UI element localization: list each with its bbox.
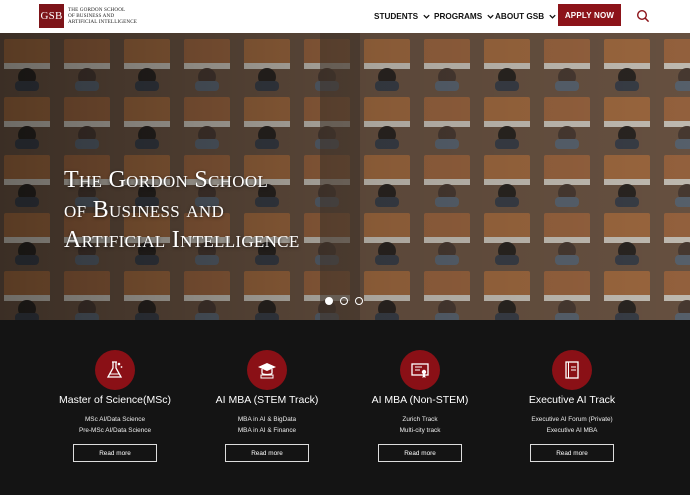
chevron-down-icon xyxy=(423,14,430,19)
search-icon[interactable] xyxy=(636,9,650,23)
program-subitem: Pre-MSc AI/Data Science xyxy=(78,427,152,434)
read-more-button[interactable]: Read more xyxy=(225,444,309,462)
carousel-dot-3[interactable] xyxy=(355,297,363,305)
program-subitem: MSc AI/Data Science xyxy=(84,416,146,423)
certificate-icon xyxy=(400,350,440,390)
program-subitem: Multi-city track xyxy=(399,427,441,434)
hero-title-line: Artificial Intelligence xyxy=(64,227,300,253)
program-subitem: Zurich Track xyxy=(402,416,438,423)
carousel-dots xyxy=(325,297,363,305)
book-icon xyxy=(552,350,592,390)
hero-banner: The Gordon School of Business and Artifi… xyxy=(0,33,690,320)
nav-students[interactable]: STUDENTS xyxy=(374,0,431,33)
carousel-dot-2[interactable] xyxy=(340,297,348,305)
logo-mark: GSB xyxy=(39,4,64,28)
nav-programs[interactable]: PROGRAMS xyxy=(434,0,495,33)
read-more-button[interactable]: Read more xyxy=(530,444,614,462)
site-header: GSB The Gordon School of Business and Ar… xyxy=(0,0,690,33)
logo-line: Artificial Intelligence xyxy=(68,19,138,25)
program-title: Executive AI Track xyxy=(528,394,616,406)
program-title: AI MBA (STEM Track) xyxy=(215,394,319,406)
read-more-button[interactable]: Read more xyxy=(378,444,462,462)
programs-section: Master of Science(MSc) MSc AI/Data Scien… xyxy=(0,320,690,495)
nav-programs-label: PROGRAMS xyxy=(434,12,483,21)
hero-title-line: of Business and xyxy=(64,197,225,223)
program-subitem: Executive AI MBA xyxy=(546,427,598,434)
hero-title-line: The Gordon School xyxy=(64,167,269,193)
program-subitem: MBA in AI & Finance xyxy=(237,427,297,434)
chevron-down-icon xyxy=(549,14,556,19)
program-title: AI MBA (Non-STEM) xyxy=(371,394,469,406)
program-subitem: Executive AI Forum (Private) xyxy=(531,416,613,423)
logo-wordmark: The Gordon School of Business and Artifi… xyxy=(68,7,137,25)
flask-icon xyxy=(95,350,135,390)
program-title: Master of Science(MSc) xyxy=(58,394,172,406)
chevron-down-icon xyxy=(487,14,494,19)
site-logo[interactable]: GSB The Gordon School of Business and Ar… xyxy=(39,4,137,28)
read-more-button[interactable]: Read more xyxy=(73,444,157,462)
nav-about[interactable]: ABOUT GSB xyxy=(495,0,557,33)
hero-title: The Gordon School of Business and Artifi… xyxy=(64,165,300,255)
program-subitem: MBA in AI & BigData xyxy=(237,416,297,423)
nav-about-label: ABOUT GSB xyxy=(495,12,545,21)
carousel-dot-1[interactable] xyxy=(325,297,333,305)
graduation-cap-icon xyxy=(247,350,287,390)
apply-now-button[interactable]: APPLY NOW xyxy=(558,4,621,26)
nav-students-label: STUDENTS xyxy=(374,12,419,21)
